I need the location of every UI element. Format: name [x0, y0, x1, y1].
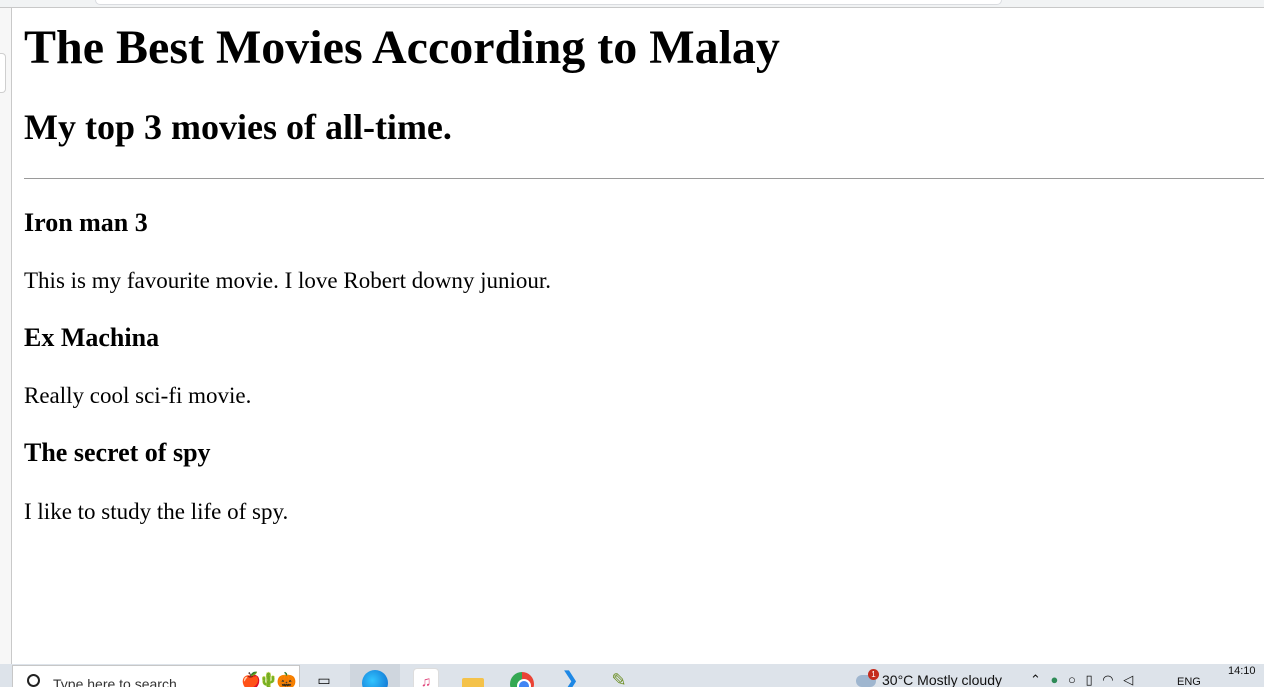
system-tray: ⌃ ● ○ ▯ ◠ ◁ [1030, 672, 1139, 687]
movie-description-1: This is my favourite movie. I love Rober… [24, 268, 552, 293]
movie-description-3: I like to study the life of spy. [24, 499, 289, 524]
vscode-icon[interactable]: ❯ [558, 668, 582, 687]
battery-icon[interactable]: ▯ [1086, 672, 1093, 687]
search-placeholder: Type here to search [53, 676, 177, 687]
cloud-sync-icon[interactable]: ○ [1068, 672, 1076, 687]
taskbar: Type here to search 🍎🌵🎃 ▭ ♫ ❯ ✎ 1 30°C Mo… [0, 664, 1264, 687]
language-indicator[interactable]: ENG [1177, 676, 1201, 687]
paint-icon[interactable]: ✎ [607, 668, 631, 687]
task-view-icon[interactable]: ▭ [312, 668, 336, 687]
movie-title-2: Ex Machina [24, 323, 160, 352]
side-panel-handle[interactable] [0, 53, 6, 93]
search-highlight-icon: 🍎🌵🎃 [241, 673, 297, 687]
page-title: The Best Movies According to Malay [24, 21, 780, 74]
weather-text: 30°C Mostly cloudy [882, 672, 1002, 687]
search-icon [27, 674, 40, 687]
movie-title-3: The secret of spy [24, 438, 211, 467]
movie-description-2: Really cool sci-fi movie. [24, 383, 252, 408]
chrome-icon[interactable] [510, 672, 534, 687]
side-panel-strip [0, 8, 12, 664]
browser-chrome-top [0, 0, 1264, 8]
app-tray-icon[interactable]: ● [1051, 672, 1059, 687]
wifi-icon[interactable]: ◠ [1102, 672, 1113, 687]
weather-badge: 1 [868, 669, 879, 681]
weather-widget[interactable]: 1 30°C Mostly cloudy [856, 669, 1002, 687]
cloud-icon: 1 [856, 669, 879, 687]
page-subtitle: My top 3 movies of all-time. [24, 107, 452, 147]
active-tab-edge[interactable] [95, 0, 1002, 5]
chevron-up-icon[interactable]: ⌃ [1030, 672, 1041, 687]
volume-icon[interactable]: ◁ [1123, 672, 1133, 687]
clock[interactable]: 14:10 [1228, 665, 1256, 677]
file-explorer-icon[interactable] [461, 668, 485, 687]
itunes-icon[interactable]: ♫ [413, 668, 439, 687]
horizontal-rule [24, 178, 1264, 179]
taskbar-search-box[interactable]: Type here to search 🍎🌵🎃 [12, 665, 300, 687]
movie-title-1: Iron man 3 [24, 208, 148, 237]
